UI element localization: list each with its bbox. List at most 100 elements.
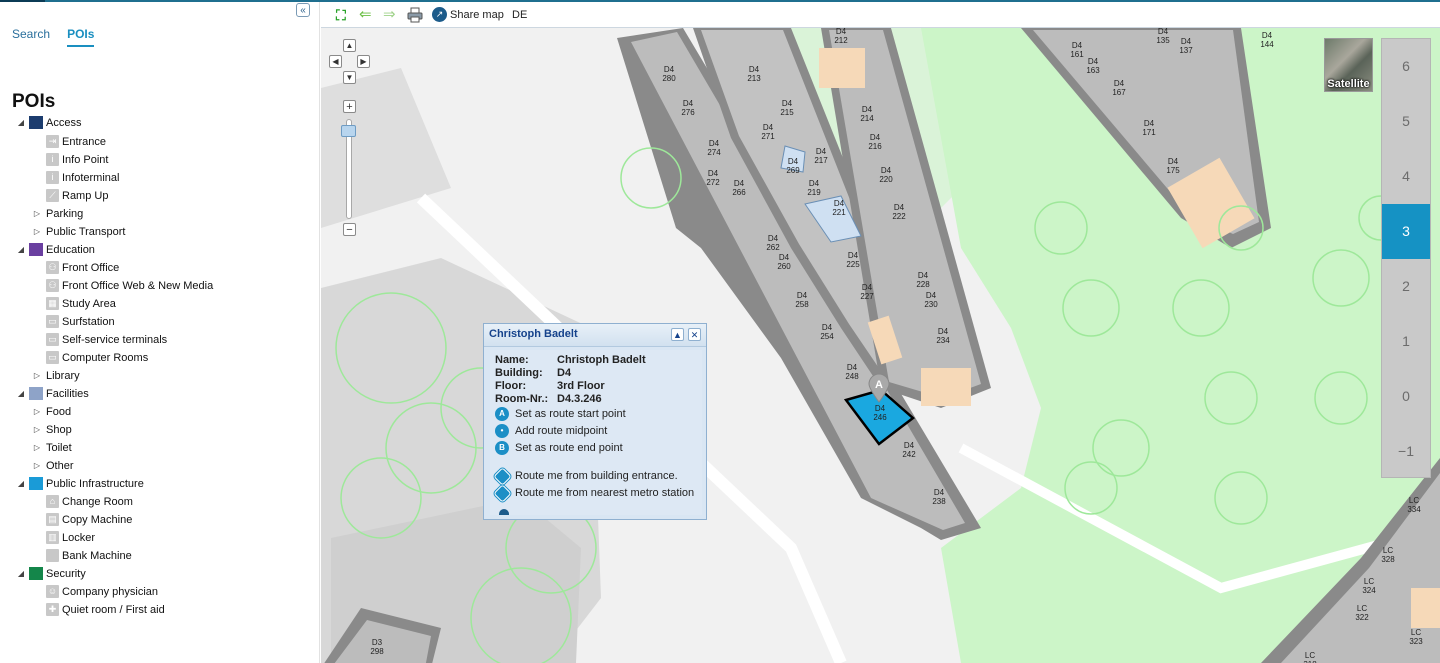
floor-4-button[interactable]: 4 xyxy=(1382,149,1430,204)
room-label: D4 161 xyxy=(1070,41,1084,59)
room-label: D4 214 xyxy=(860,105,874,123)
location-marker-icon[interactable]: A xyxy=(868,373,890,403)
minimize-icon[interactable]: ▲ xyxy=(671,328,684,341)
route-end-icon: B xyxy=(495,441,509,455)
category-color-swatch xyxy=(29,116,43,129)
room-label: LC318 xyxy=(1303,651,1317,663)
svg-text:A: A xyxy=(875,379,883,391)
fullscreen-icon[interactable]: ⛶ xyxy=(336,7,352,23)
room-label: D4 246 xyxy=(873,404,887,422)
tab-search[interactable]: Search xyxy=(12,27,50,45)
expanded-triangle-icon[interactable]: ◢ xyxy=(16,565,26,583)
room-label: LC 334 xyxy=(1407,496,1421,514)
floor-0-button[interactable]: 0 xyxy=(1382,369,1430,424)
zoom-slider-handle[interactable] xyxy=(341,125,356,137)
page-title: POIs xyxy=(12,91,56,112)
category-color-swatch xyxy=(29,477,43,490)
more-indicator-icon xyxy=(499,509,509,515)
floor-6-button[interactable]: 6 xyxy=(1382,39,1430,94)
collapsed-triangle-icon[interactable]: ▷ xyxy=(32,367,42,385)
room-label: D4 228 xyxy=(916,271,930,289)
expanded-triangle-icon[interactable]: ◢ xyxy=(16,114,26,132)
pan-left-button[interactable]: ◀ xyxy=(329,55,342,68)
route-diamond-icon xyxy=(493,484,512,503)
popup-header: Christoph Badelt ▲ ✕ xyxy=(484,324,706,347)
room-label: D3 298 xyxy=(370,638,384,656)
floor-1-button[interactable]: 1 xyxy=(1382,314,1430,369)
room-label: D4 220 xyxy=(879,166,893,184)
room-label: D4 144 xyxy=(1260,31,1274,49)
collapsed-triangle-icon[interactable]: ▷ xyxy=(32,223,42,241)
collapsed-triangle-icon[interactable]: ▷ xyxy=(32,403,42,421)
hanger-icon: ⌂ xyxy=(46,495,59,508)
pan-down-button[interactable]: ▼ xyxy=(343,71,356,84)
category-color-swatch xyxy=(29,567,43,580)
floor-3-button[interactable]: 3 xyxy=(1382,204,1430,259)
back-arrow-icon[interactable]: ⇐ xyxy=(359,7,377,23)
route-start-icon: A xyxy=(495,407,509,421)
room-label: D4 262 xyxy=(766,234,780,252)
room-label: D4 234 xyxy=(936,327,950,345)
room-label: LC 322 xyxy=(1355,604,1369,622)
room-label: LC 324 xyxy=(1362,577,1376,595)
terminal-icon: ▭ xyxy=(46,333,59,346)
room-label: D4 269 xyxy=(786,157,800,175)
print-icon[interactable] xyxy=(407,7,423,23)
expanded-triangle-icon[interactable]: ◢ xyxy=(16,241,26,259)
room-label: D4 171 xyxy=(1142,119,1156,137)
physician-icon: ☺ xyxy=(46,585,59,598)
room-label: D4 216 xyxy=(868,133,882,151)
pan-up-button[interactable]: ▲ xyxy=(343,39,356,52)
language-switch[interactable]: DE xyxy=(512,7,527,23)
room-label: D4 225 xyxy=(846,251,860,269)
zoom-out-button[interactable]: − xyxy=(343,223,356,236)
info-icon: i xyxy=(46,153,59,166)
forward-arrow-icon[interactable]: ⇒ xyxy=(383,7,401,23)
floor-minus1-button[interactable]: −1 xyxy=(1382,424,1430,479)
floor-selector: 6 5 4 3 2 1 0 −1 xyxy=(1381,38,1431,478)
room-label: D4 274 xyxy=(707,139,721,157)
zoom-in-button[interactable]: + xyxy=(343,100,356,113)
popup-title: Christoph Badelt xyxy=(489,328,578,340)
room-label: D4 280 xyxy=(662,65,676,83)
room-label: D4 242 xyxy=(902,441,916,459)
room-label: D4 248 xyxy=(845,363,859,381)
expanded-triangle-icon[interactable]: ◢ xyxy=(16,385,26,403)
people-icon: ⚇ xyxy=(46,279,59,292)
room-label: D4 219 xyxy=(807,179,821,197)
room-label: D4 135 xyxy=(1156,28,1170,45)
room-label: LC 323 xyxy=(1409,628,1423,646)
route-midpoint-icon: • xyxy=(495,424,509,438)
room-label: LC 328 xyxy=(1381,546,1395,564)
collapsed-triangle-icon[interactable]: ▷ xyxy=(32,439,42,457)
room-label: D4 217 xyxy=(814,147,828,165)
room-label: D4 238 xyxy=(932,488,946,506)
room-label: D4 276 xyxy=(681,99,695,117)
atm-icon xyxy=(46,549,59,562)
route-diamond-icon xyxy=(493,467,512,486)
ramp-icon: ⟋ xyxy=(46,189,59,202)
collapsed-triangle-icon[interactable]: ▷ xyxy=(32,457,42,475)
room-label: D4 222 xyxy=(892,203,906,221)
room-label: D4 258 xyxy=(795,291,809,309)
copy-icon: ▤ xyxy=(46,513,59,526)
expanded-triangle-icon[interactable]: ◢ xyxy=(16,475,26,493)
close-icon[interactable]: ✕ xyxy=(688,328,701,341)
collapse-sidebar-button[interactable]: « xyxy=(296,3,310,17)
floor-5-button[interactable]: 5 xyxy=(1382,94,1430,149)
category-color-swatch xyxy=(29,387,43,400)
tab-pois[interactable]: POIs xyxy=(67,27,95,47)
pan-right-button[interactable]: ▶ xyxy=(357,55,370,68)
satellite-toggle[interactable]: Satellite xyxy=(1324,38,1373,92)
room-label: D4 272 xyxy=(706,169,720,187)
collapsed-triangle-icon[interactable]: ▷ xyxy=(32,205,42,223)
room-label: D4 163 xyxy=(1086,57,1100,75)
room-label: D4 137 xyxy=(1179,37,1193,55)
room-label: D4 213 xyxy=(747,65,761,83)
share-icon[interactable]: ↗ xyxy=(432,7,447,22)
share-map-link[interactable]: Share map xyxy=(450,7,504,23)
collapsed-triangle-icon[interactable]: ▷ xyxy=(32,421,42,439)
room-label: D4 266 xyxy=(732,179,746,197)
computer-icon: ▭ xyxy=(46,351,59,364)
floor-2-button[interactable]: 2 xyxy=(1382,259,1430,314)
